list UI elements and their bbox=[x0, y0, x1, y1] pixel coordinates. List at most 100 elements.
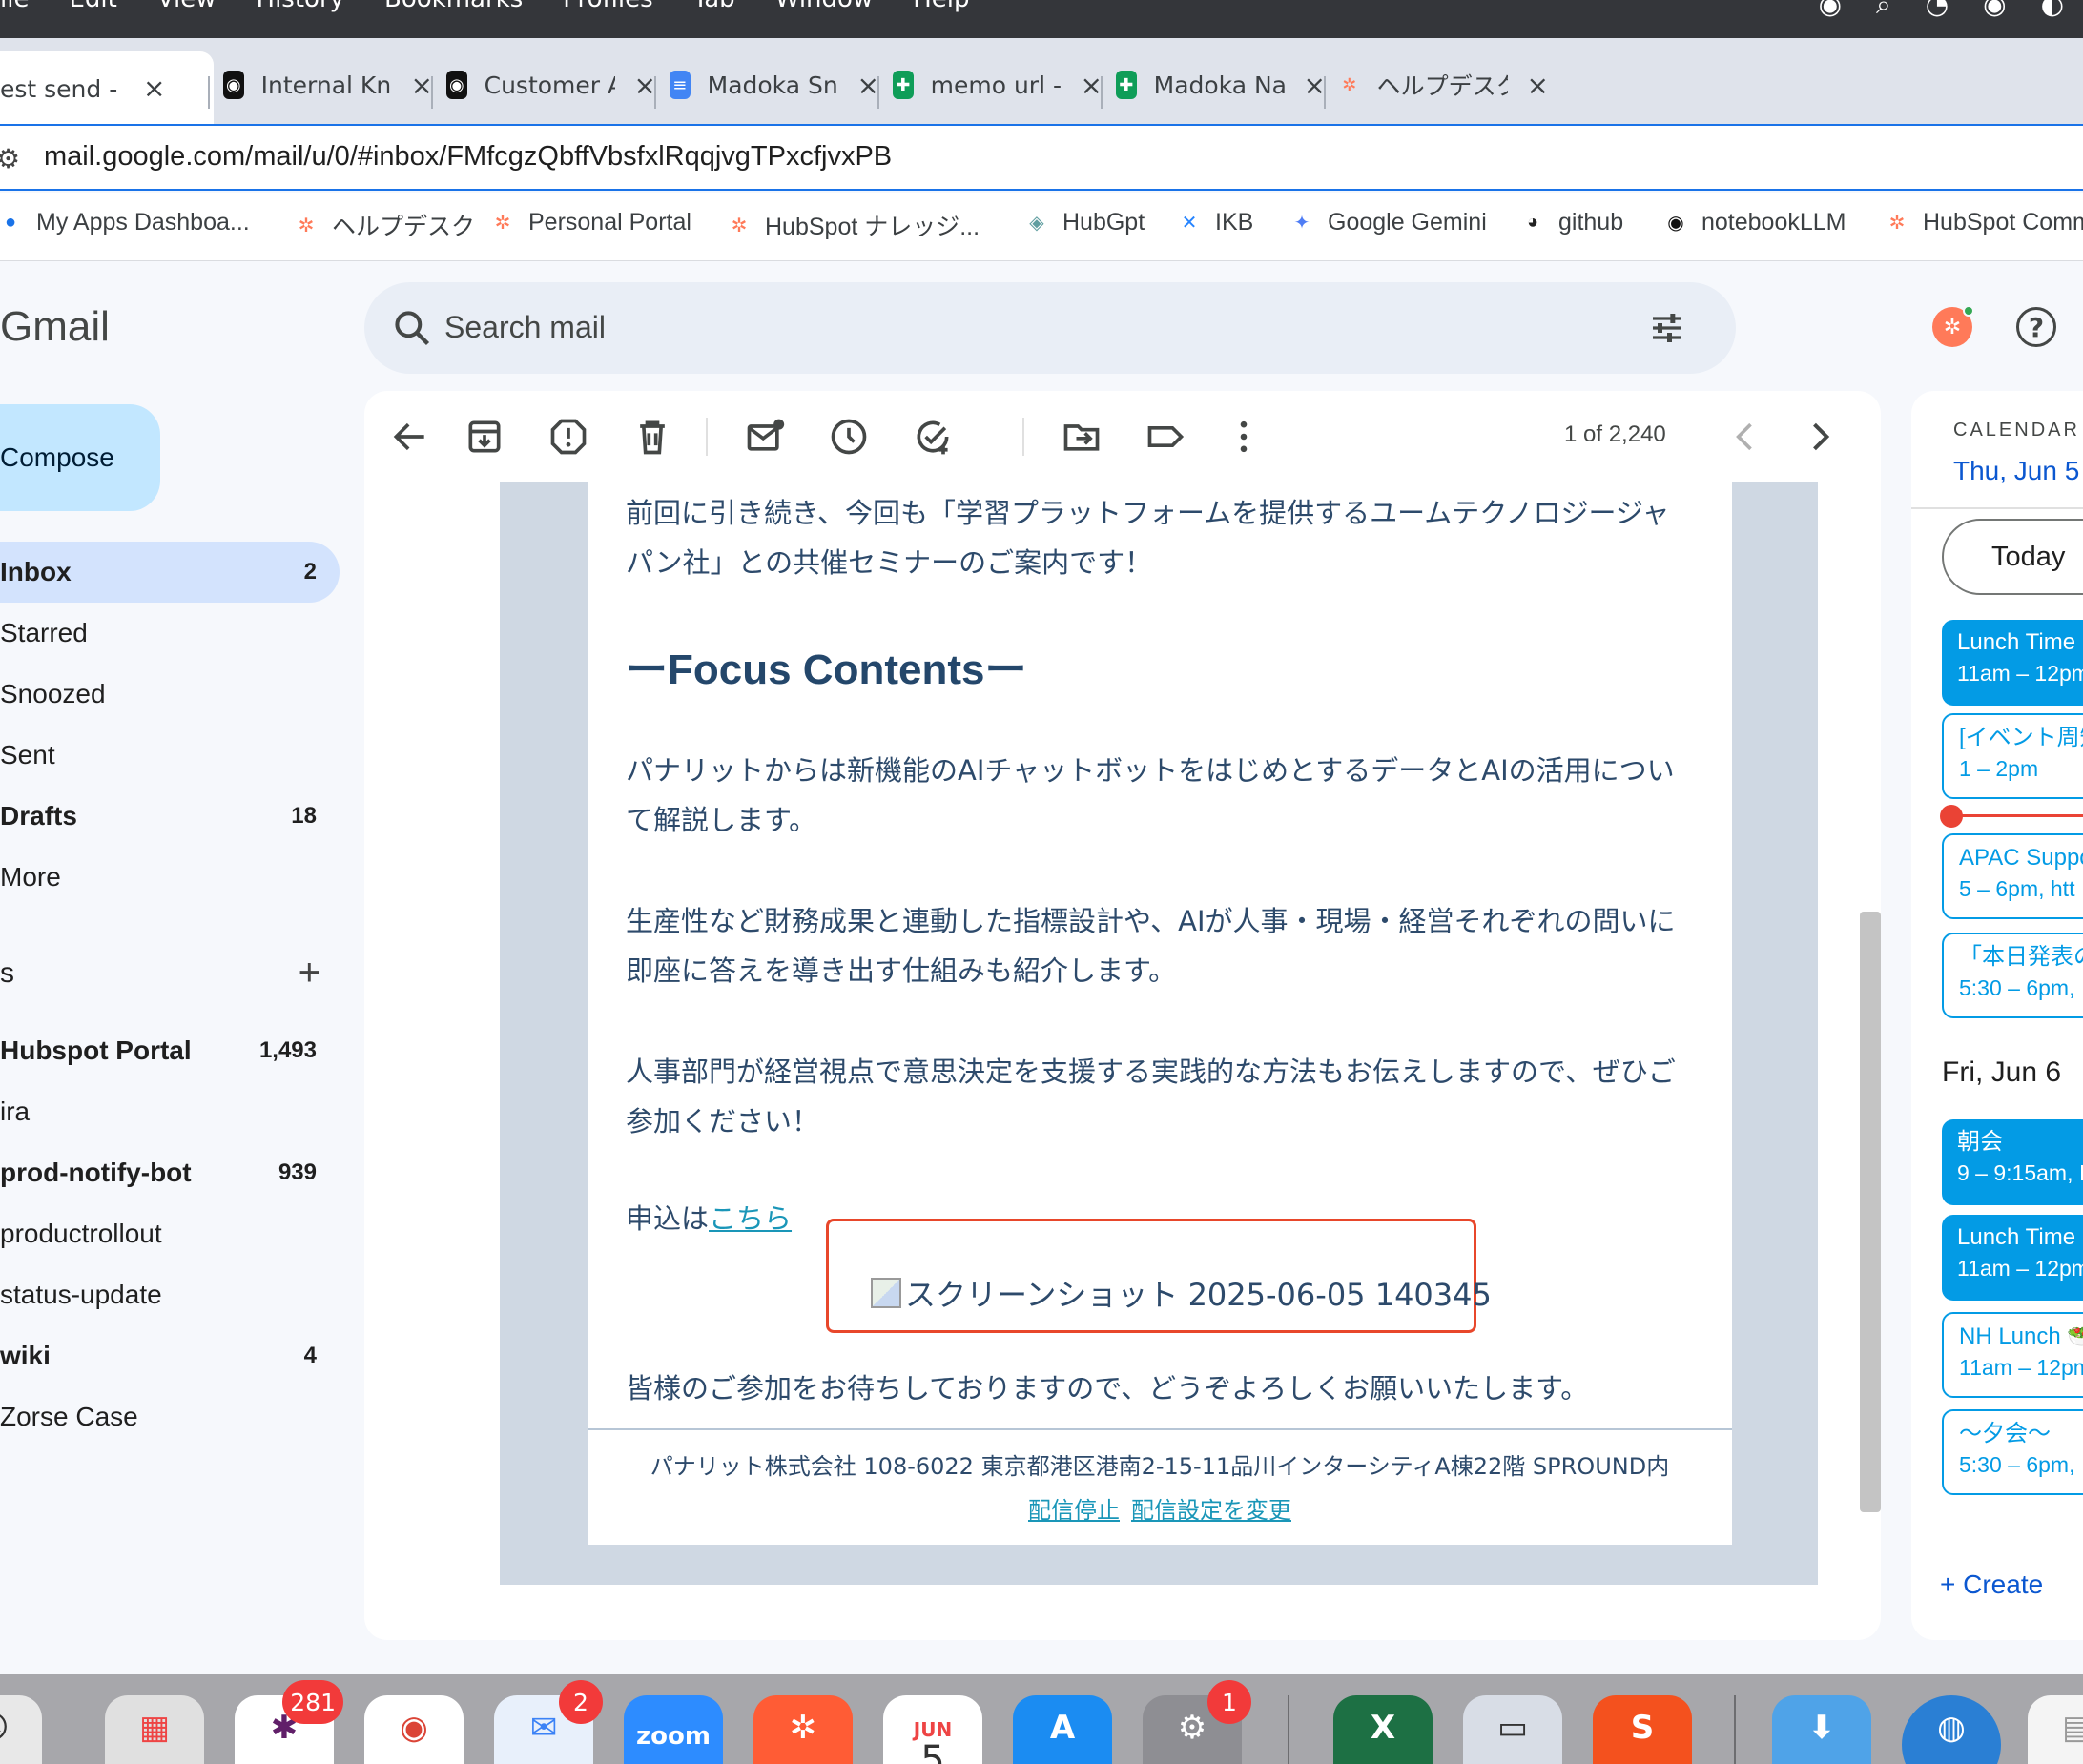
search-options-icon[interactable] bbox=[1648, 309, 1686, 347]
close-tab-icon[interactable]: × bbox=[1081, 70, 1103, 101]
calendar-date[interactable]: Thu, Jun 5 bbox=[1953, 456, 2079, 486]
close-tab-icon[interactable]: × bbox=[143, 72, 165, 104]
bookmark-item[interactable]: ● My Apps Dashboa... bbox=[0, 208, 250, 236]
label-item-wiki[interactable]: wiki 4 bbox=[0, 1325, 340, 1386]
calendar-event[interactable]: APAC Support 5 – 6pm, htt bbox=[1942, 833, 2083, 919]
add-task-icon[interactable] bbox=[912, 416, 954, 458]
menu-item[interactable]: Help bbox=[913, 0, 969, 13]
search-icon[interactable]: ⌕ bbox=[1876, 0, 1891, 21]
excel-app-icon[interactable]: X bbox=[1333, 1695, 1433, 1764]
finder-app-icon[interactable]: ☺ bbox=[0, 1695, 42, 1764]
bookmark-item[interactable]: ◕ github bbox=[1518, 208, 1623, 236]
sidebar-item-more[interactable]: More bbox=[0, 847, 340, 908]
broken-image[interactable]: スクリーンショット 2025-06-05 140345 bbox=[871, 1271, 1492, 1315]
browser-tab[interactable]: ✚ memo url - Google × bbox=[893, 55, 1103, 114]
more-vert-icon[interactable] bbox=[1223, 416, 1265, 458]
calendar-event[interactable]: NH Lunch 🥗 11am – 12pm bbox=[1942, 1312, 2083, 1398]
status-icon[interactable]: ◔ bbox=[1926, 0, 1949, 21]
older-chevron-icon[interactable] bbox=[1799, 416, 1841, 458]
menu-item[interactable]: View bbox=[157, 0, 217, 13]
bookmark-item[interactable]: ✲ ヘルプデスク bbox=[292, 208, 475, 242]
bookmark-item[interactable]: ✦ Google Gemini bbox=[1288, 208, 1487, 236]
sidebar-item-starred[interactable]: Starred bbox=[0, 603, 340, 664]
calendar-event[interactable]: 朝会 9 – 9:15am, I bbox=[1942, 1119, 2083, 1205]
close-tab-icon[interactable]: × bbox=[411, 70, 433, 101]
sidebar-item-inbox[interactable]: Inbox 2 bbox=[0, 542, 340, 603]
archive-icon[interactable] bbox=[464, 416, 505, 458]
bookmark-item[interactable]: ✕ IKB bbox=[1175, 208, 1254, 236]
bookmark-item[interactable]: ◉ notebookLLM bbox=[1661, 208, 1846, 236]
close-tab-icon[interactable]: × bbox=[1304, 70, 1326, 101]
bookmark-item[interactable]: ✲ Personal Portal bbox=[488, 208, 691, 236]
browser-tab[interactable]: ✲ ヘルプデスク | Wa × bbox=[1339, 55, 1549, 114]
preview-app-icon[interactable]: ▭ bbox=[1463, 1695, 1562, 1764]
scrollbar-thumb[interactable] bbox=[1860, 912, 1881, 1512]
calendar-app-icon[interactable]: JUN 5 bbox=[883, 1695, 982, 1764]
label-item-prod-notify-bot[interactable]: prod-notify-bot 939 bbox=[0, 1142, 340, 1203]
chrome-app-icon[interactable]: ◉ bbox=[364, 1695, 464, 1764]
menu-item[interactable]: Bookmarks bbox=[384, 0, 523, 13]
browser-tab[interactable]: ✚ Madoka Nakagawa × bbox=[1116, 55, 1326, 114]
status-icon[interactable]: ◉ bbox=[1819, 0, 1842, 21]
status-icon[interactable]: ◉ bbox=[1983, 0, 2006, 21]
newer-chevron-icon[interactable] bbox=[1724, 416, 1766, 458]
hubspot-app-icon[interactable]: ✲ bbox=[753, 1695, 853, 1764]
label-item-productrollout[interactable]: productrollout bbox=[0, 1203, 340, 1264]
calendar-event[interactable]: Lunch Time 11am – 12pm bbox=[1942, 1215, 2083, 1301]
apply-link[interactable]: こちら bbox=[709, 1202, 792, 1235]
close-tab-icon[interactable]: × bbox=[634, 70, 656, 101]
site-settings-icon[interactable]: ⚙ bbox=[0, 143, 20, 174]
label-icon[interactable] bbox=[1145, 416, 1186, 458]
browser-tab[interactable]: ◉ Customer Agent × bbox=[446, 55, 656, 114]
help-icon[interactable]: ? bbox=[2016, 307, 2056, 347]
mark-unread-icon[interactable] bbox=[744, 416, 786, 458]
menu-item[interactable]: Window bbox=[775, 0, 874, 13]
menu-item[interactable]: Edit bbox=[69, 0, 116, 13]
label-item-ira[interactable]: ira bbox=[0, 1081, 340, 1142]
create-event-button[interactable]: + Create bbox=[1940, 1569, 2043, 1600]
unsubscribe-link[interactable]: 配信停止 bbox=[1028, 1497, 1120, 1524]
zoom-app-icon[interactable]: zoom bbox=[624, 1695, 723, 1764]
compose-button[interactable]: Compose bbox=[0, 404, 160, 511]
url-text[interactable]: mail.google.com/mail/u/0/#inbox/FMfcgzQb… bbox=[44, 141, 892, 173]
sidebar-item-sent[interactable]: Sent bbox=[0, 725, 340, 786]
sublime-app-icon[interactable]: S bbox=[1593, 1695, 1692, 1764]
sidebar-item-drafts[interactable]: Drafts 18 bbox=[0, 786, 340, 847]
move-to-icon[interactable] bbox=[1061, 416, 1103, 458]
menu-item[interactable]: Tab bbox=[693, 0, 735, 13]
back-arrow-icon[interactable] bbox=[389, 416, 431, 458]
snooze-icon[interactable] bbox=[828, 416, 870, 458]
search-bar[interactable] bbox=[364, 282, 1736, 374]
calendar-event[interactable]: 〜夕会〜 5:30 – 6pm, bbox=[1942, 1409, 2083, 1495]
globe-app-icon[interactable]: ◍ bbox=[1902, 1695, 2001, 1764]
hubspot-addon-icon[interactable]: ✲ bbox=[1932, 305, 1974, 347]
search-input[interactable] bbox=[444, 303, 1589, 351]
calendar-event[interactable]: [イベント周知 1 – 2pm bbox=[1942, 713, 2083, 799]
close-tab-icon[interactable]: × bbox=[857, 70, 879, 101]
menu-item[interactable]: Profiles bbox=[563, 0, 652, 13]
address-bar[interactable]: ⚙ mail.google.com/mail/u/0/#inbox/FMfcgz… bbox=[0, 124, 2083, 191]
bookmark-item[interactable]: ◈ HubGpt bbox=[1022, 208, 1145, 236]
calendar-event[interactable]: Lunch Time 11am – 12pm bbox=[1942, 620, 2083, 706]
label-item-hubspot-portal[interactable]: Hubspot Portal 1,493 bbox=[0, 1020, 340, 1081]
label-item-status-update[interactable]: status-update bbox=[0, 1264, 340, 1325]
sidebar-item-snoozed[interactable]: Snoozed bbox=[0, 664, 340, 725]
change-settings-link[interactable]: 配信設定を変更 bbox=[1131, 1497, 1291, 1524]
app-store-icon[interactable]: A bbox=[1013, 1695, 1112, 1764]
search-icon[interactable] bbox=[391, 307, 433, 349]
bookmark-item[interactable]: ✲ HubSpot ナレッジ... bbox=[725, 208, 980, 242]
delete-icon[interactable] bbox=[631, 416, 673, 458]
today-button[interactable]: Today bbox=[1942, 519, 2083, 595]
menu-item[interactable]: History bbox=[257, 0, 345, 13]
status-icon[interactable]: ◐ bbox=[2041, 0, 2064, 21]
document-thumbnail-icon[interactable]: ▤ bbox=[2028, 1695, 2083, 1764]
add-label-icon[interactable]: + bbox=[299, 952, 320, 995]
gmail-logo[interactable]: Gmail bbox=[0, 303, 110, 351]
system-settings-icon[interactable]: ⚙ 1 bbox=[1143, 1680, 1251, 1764]
calendar-event[interactable]: 「本日発表の 5:30 – 6pm, bbox=[1942, 933, 2083, 1018]
label-item-zorse-case[interactable]: Zorse Case bbox=[0, 1386, 340, 1447]
slack-app-icon[interactable]: ✱ 281 bbox=[235, 1680, 343, 1764]
report-spam-icon[interactable] bbox=[547, 416, 589, 458]
downloads-folder-icon[interactable]: ⬇ bbox=[1772, 1695, 1871, 1764]
close-tab-icon[interactable]: × bbox=[1527, 70, 1549, 101]
